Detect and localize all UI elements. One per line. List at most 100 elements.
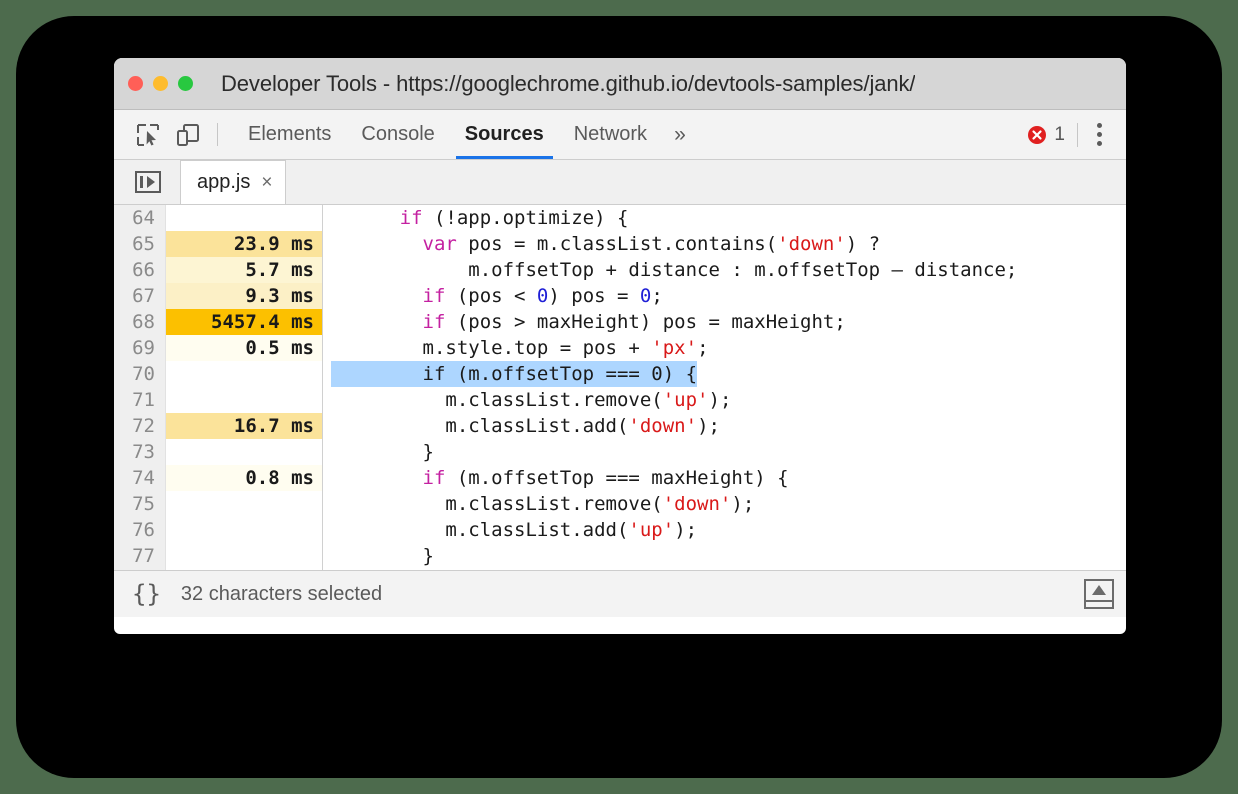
line-number[interactable]: 67 bbox=[114, 283, 165, 309]
error-count: 1 bbox=[1054, 124, 1065, 146]
pretty-print-icon[interactable]: {} bbox=[132, 582, 161, 606]
code-line[interactable]: if (!app.optimize) { bbox=[323, 205, 1126, 231]
code-token bbox=[331, 285, 423, 307]
code-token: 0 bbox=[537, 285, 548, 307]
code-token: (!app.optimize) { bbox=[423, 207, 629, 229]
line-number[interactable]: 72 bbox=[114, 413, 165, 439]
line-number[interactable]: 64 bbox=[114, 205, 165, 231]
code-line[interactable]: m.classList.add('up'); bbox=[323, 517, 1126, 543]
maximize-window-button[interactable] bbox=[178, 76, 193, 91]
toolbar-divider-right bbox=[1077, 123, 1078, 147]
line-number[interactable]: 76 bbox=[114, 517, 165, 543]
code-line[interactable]: m.style.top = pos + 'px'; bbox=[323, 335, 1126, 361]
show-drawer-icon[interactable] bbox=[1084, 579, 1114, 609]
inspect-element-icon[interactable] bbox=[128, 110, 168, 159]
line-number[interactable]: 77 bbox=[114, 543, 165, 569]
code-line[interactable]: if (pos > maxHeight) pos = maxHeight; bbox=[323, 309, 1126, 335]
code-line[interactable]: m.classList.remove('up'); bbox=[323, 387, 1126, 413]
line-timing bbox=[166, 491, 322, 517]
line-number[interactable]: 71 bbox=[114, 387, 165, 413]
minimize-window-button[interactable] bbox=[153, 76, 168, 91]
devtools-window: Developer Tools - https://googlechrome.g… bbox=[114, 58, 1126, 634]
code-token bbox=[331, 311, 423, 333]
drawer-triangle bbox=[1092, 585, 1106, 595]
line-number[interactable]: 65 bbox=[114, 231, 165, 257]
code-line[interactable]: var pos = m.classList.contains('down') ? bbox=[323, 231, 1126, 257]
close-icon[interactable]: × bbox=[261, 173, 272, 192]
line-timing: 16.7 ms bbox=[166, 413, 322, 439]
code-line-text: if (m.offsetTop === maxHeight) { bbox=[323, 467, 789, 489]
code-line-text: if (pos < 0) pos = 0; bbox=[323, 285, 663, 307]
code-token: 'px' bbox=[651, 337, 697, 359]
show-navigator-icon[interactable] bbox=[128, 159, 168, 204]
code-line-text: m.classList.remove('up'); bbox=[323, 389, 731, 411]
more-tabs-icon[interactable]: » bbox=[662, 110, 698, 159]
toolbar-divider bbox=[217, 123, 218, 146]
code-token: } bbox=[331, 545, 434, 567]
code-token: m.classList.add( bbox=[331, 415, 628, 437]
code-token: } bbox=[331, 441, 434, 463]
line-number[interactable]: 68 bbox=[114, 309, 165, 335]
code-line[interactable]: if (m.offsetTop === 0) { bbox=[323, 361, 1126, 387]
file-tab-app-js[interactable]: app.js × bbox=[180, 160, 286, 204]
code-token: if (m.offsetTop === 0) { bbox=[331, 363, 697, 385]
line-number[interactable]: 66 bbox=[114, 257, 165, 283]
line-timing bbox=[166, 517, 322, 543]
close-window-button[interactable] bbox=[128, 76, 143, 91]
kebab-menu-icon[interactable] bbox=[1082, 123, 1116, 146]
line-timing bbox=[166, 205, 322, 231]
kebab-dot bbox=[1097, 141, 1102, 146]
line-timing: 0.5 ms bbox=[166, 335, 322, 361]
line-number-gutter: 6465666768697071727374757677 bbox=[114, 205, 166, 570]
code-token bbox=[331, 207, 400, 229]
line-number[interactable]: 74 bbox=[114, 465, 165, 491]
window-titlebar: Developer Tools - https://googlechrome.g… bbox=[114, 58, 1126, 110]
code-token: ; bbox=[651, 285, 662, 307]
code-line[interactable]: m.offsetTop + distance : m.offsetTop – d… bbox=[323, 257, 1126, 283]
code-line[interactable]: } bbox=[323, 439, 1126, 465]
tab-network[interactable]: Network bbox=[559, 110, 662, 159]
line-number[interactable]: 75 bbox=[114, 491, 165, 517]
code-line-text: var pos = m.classList.contains('down') ? bbox=[323, 233, 880, 255]
line-timing: 9.3 ms bbox=[166, 283, 322, 309]
code-line[interactable]: m.classList.remove('down'); bbox=[323, 491, 1126, 517]
device-toolbar-icon[interactable] bbox=[168, 110, 208, 159]
code-token: m.classList.remove( bbox=[331, 389, 663, 411]
line-timing: 23.9 ms bbox=[166, 231, 322, 257]
code-token: if bbox=[423, 285, 446, 307]
line-timing: 0.8 ms bbox=[166, 465, 322, 491]
code-line-selected: if (m.offsetTop === 0) { bbox=[331, 361, 697, 387]
file-tab-label: app.js bbox=[197, 171, 250, 194]
code-area[interactable]: if (!app.optimize) { var pos = m.classLi… bbox=[323, 205, 1126, 570]
line-number[interactable]: 69 bbox=[114, 335, 165, 361]
code-line-text: m.classList.add('down'); bbox=[323, 415, 720, 437]
window-title: Developer Tools - https://googlechrome.g… bbox=[221, 71, 915, 97]
code-token: 0 bbox=[640, 285, 651, 307]
code-line[interactable]: m.classList.add('down'); bbox=[323, 413, 1126, 439]
tab-elements[interactable]: Elements bbox=[233, 110, 346, 159]
code-line[interactable]: if (pos < 0) pos = 0; bbox=[323, 283, 1126, 309]
code-line[interactable]: } bbox=[323, 543, 1126, 569]
code-token: (pos < bbox=[445, 285, 537, 307]
line-number[interactable]: 70 bbox=[114, 361, 165, 387]
code-token: ) pos = bbox=[548, 285, 640, 307]
devtools-toolbar: Elements Console Sources Network » 1 bbox=[114, 110, 1126, 160]
code-token: 'up' bbox=[628, 519, 674, 541]
code-token: 'down' bbox=[628, 415, 697, 437]
code-line[interactable]: if (m.offsetTop === maxHeight) { bbox=[323, 465, 1126, 491]
code-line-text: } bbox=[323, 545, 434, 567]
line-number[interactable]: 73 bbox=[114, 439, 165, 465]
kebab-dot bbox=[1097, 123, 1102, 128]
panel-tabs: Elements Console Sources Network » bbox=[233, 110, 698, 159]
code-line-text: } bbox=[323, 441, 434, 463]
tab-console[interactable]: Console bbox=[346, 110, 449, 159]
file-tabstrip: app.js × bbox=[114, 160, 1126, 205]
code-token: var bbox=[423, 233, 457, 255]
code-token: ); bbox=[697, 415, 720, 437]
error-badge[interactable]: 1 bbox=[1027, 124, 1065, 146]
code-token: m.offsetTop + distance : m.offsetTop – d… bbox=[331, 259, 1017, 281]
code-token: if bbox=[423, 311, 446, 333]
line-timing bbox=[166, 387, 322, 413]
tab-sources[interactable]: Sources bbox=[450, 110, 559, 159]
error-circle-icon bbox=[1027, 125, 1047, 145]
